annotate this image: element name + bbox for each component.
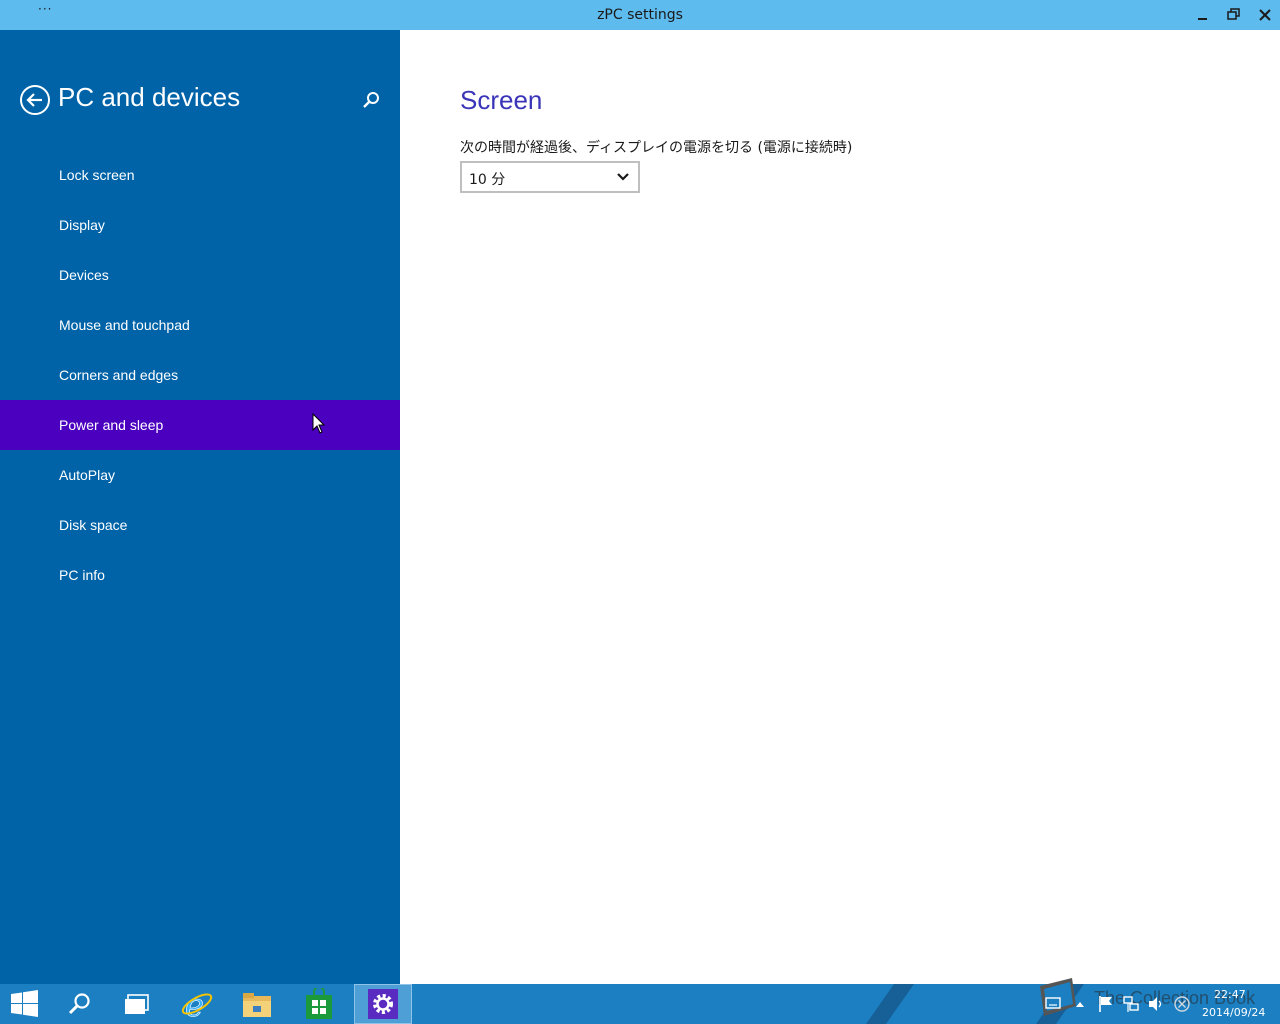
screen-timeout-dropdown[interactable]: 10 分 <box>460 161 640 193</box>
taskbar: e The Collection Book 22:47 2014/09/24 <box>0 978 1280 1024</box>
clock-time[interactable]: 22:47 <box>1214 988 1246 1001</box>
search-icon <box>363 92 379 108</box>
notification-dismiss-icon[interactable] <box>1173 995 1191 1013</box>
sidebar-item-corners-edges[interactable]: Corners and edges <box>0 350 400 400</box>
folder-icon <box>243 993 271 1017</box>
clock-date[interactable]: 2014/09/24 <box>1202 1006 1265 1019</box>
taskbar-search-button[interactable] <box>52 984 108 1024</box>
search-icon <box>68 993 90 1015</box>
chevron-down-icon <box>617 173 629 181</box>
windows-logo-icon <box>11 990 38 1017</box>
sidebar-item-power-sleep[interactable]: Power and sleep <box>0 400 400 450</box>
sidebar-item-label: Disk space <box>59 517 128 533</box>
sidebar-item-label: Mouse and touchpad <box>59 317 190 333</box>
sidebar-item-label: AutoPlay <box>59 467 116 483</box>
mouse-cursor-icon <box>312 413 326 434</box>
store-bag-icon <box>306 988 332 1019</box>
keyboard-icon[interactable] <box>1045 996 1061 1010</box>
chevron-up-icon[interactable] <box>1075 1000 1085 1008</box>
sidebar-item-label: PC info <box>59 567 105 583</box>
sidebar-item-label: Devices <box>59 267 109 283</box>
store-button[interactable] <box>292 984 348 1024</box>
dropdown-value: 10 分 <box>469 172 506 188</box>
minimize-button[interactable] <box>1188 0 1218 30</box>
section-title: Screen <box>460 85 543 115</box>
search-button[interactable] <box>360 90 382 112</box>
flag-icon[interactable] <box>1098 995 1114 1013</box>
sidebar-item-display[interactable]: Display <box>0 200 400 250</box>
sidebar-item-mouse-touchpad[interactable]: Mouse and touchpad <box>0 300 400 350</box>
sidebar-item-devices[interactable]: Devices <box>0 250 400 300</box>
close-icon <box>1259 9 1271 21</box>
sidebar: PC and devices Lock screen Display Devic… <box>0 30 400 984</box>
window-title: zPC settings <box>597 7 683 23</box>
back-arrow-icon <box>20 85 50 115</box>
restore-icon <box>1227 8 1240 20</box>
file-explorer-button[interactable] <box>230 984 286 1024</box>
volume-icon[interactable] <box>1147 995 1165 1013</box>
sidebar-item-label: Display <box>59 217 105 233</box>
task-view-button[interactable] <box>110 984 166 1024</box>
sidebar-item-pc-info[interactable]: PC info <box>0 550 400 600</box>
sidebar-title: PC and devices <box>58 82 241 112</box>
settings-button[interactable] <box>354 984 412 1024</box>
back-button[interactable] <box>19 84 51 116</box>
taskbar-decoration <box>865 984 915 1024</box>
restore-button[interactable] <box>1219 0 1249 30</box>
gear-icon <box>368 989 398 1019</box>
minimize-icon <box>1198 18 1207 20</box>
content-pane: Screen 次の時間が経過後、ディスプレイの電源を切る (電源に接続時) 10… <box>400 30 1280 984</box>
sidebar-item-label: Corners and edges <box>59 367 179 383</box>
network-icon[interactable] <box>1122 995 1140 1013</box>
sidebar-nav: Lock screen Display Devices Mouse and to… <box>0 150 400 600</box>
title-bar: ··· zPC settings <box>0 0 1280 30</box>
sidebar-item-lock-screen[interactable]: Lock screen <box>0 150 400 200</box>
sidebar-item-label: Lock screen <box>59 167 135 183</box>
internet-explorer-icon: e <box>181 987 213 1021</box>
sidebar-item-disk-space[interactable]: Disk space <box>0 500 400 550</box>
internet-explorer-button[interactable]: e <box>170 984 226 1024</box>
sidebar-item-label: Power and sleep <box>59 417 164 433</box>
close-button[interactable] <box>1250 0 1280 30</box>
start-button[interactable] <box>0 984 56 1024</box>
task-view-icon <box>125 994 149 1014</box>
sidebar-item-autoplay[interactable]: AutoPlay <box>0 450 400 500</box>
screen-off-label: 次の時間が経過後、ディスプレイの電源を切る (電源に接続時) <box>460 140 853 156</box>
